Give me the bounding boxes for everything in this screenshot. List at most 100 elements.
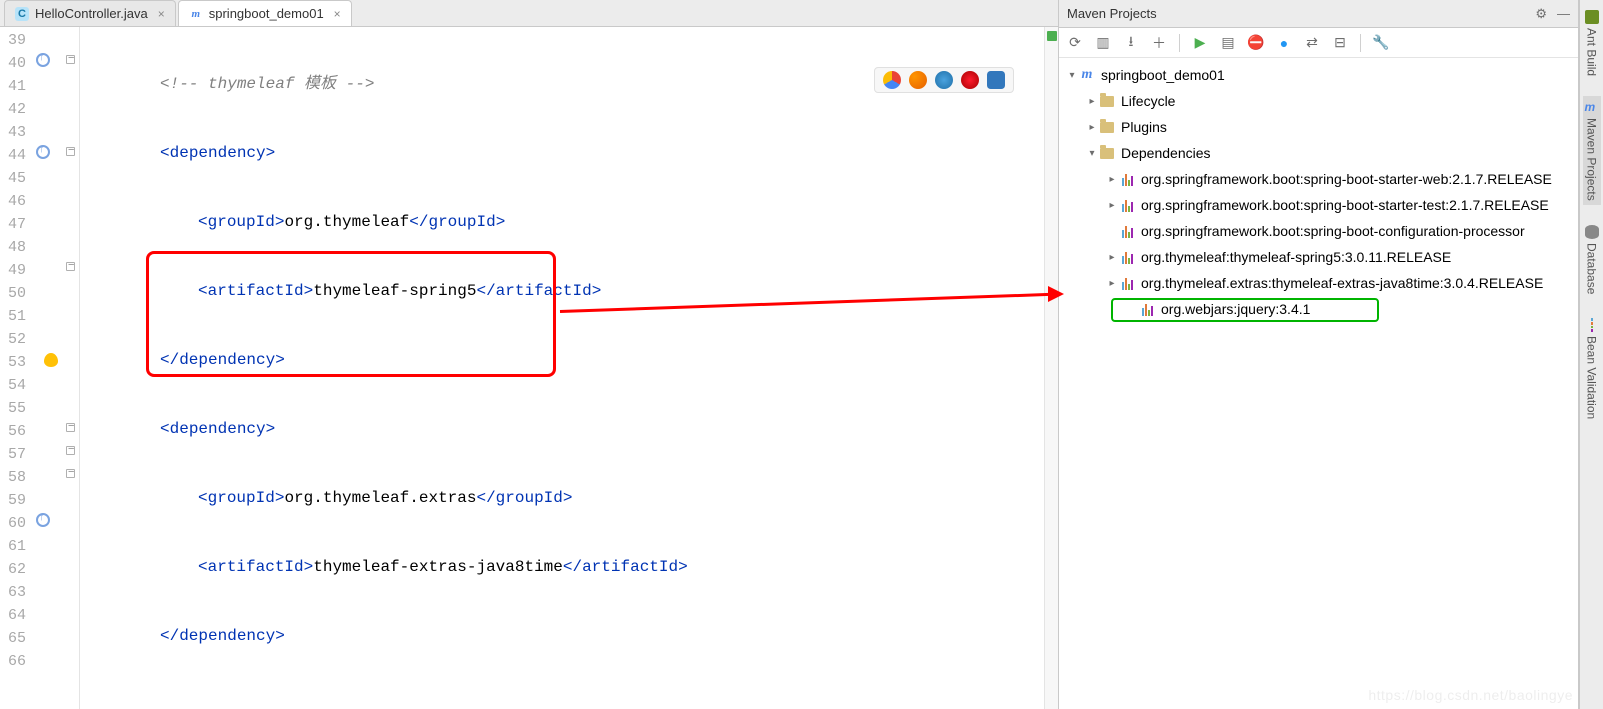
tab-label: springboot_demo01 — [209, 6, 324, 21]
tool-window-rail: Ant Build m Maven Projects Database Bean… — [1579, 0, 1603, 709]
node-label: org.thymeleaf:thymeleaf-spring5:3.0.11.R… — [1141, 249, 1451, 265]
fold-toggle-icon[interactable] — [66, 423, 75, 432]
dependency-node-jquery[interactable]: org.webjars:jquery:3.4.1 — [1059, 296, 1578, 322]
library-icon — [1122, 250, 1133, 264]
close-icon[interactable]: × — [334, 7, 341, 21]
refresh-icon[interactable]: ⟳ — [1067, 35, 1083, 51]
maven-plugins-node[interactable]: ▸ Plugins — [1059, 114, 1578, 140]
tab-label: HelloController.java — [35, 6, 148, 21]
code-text: thymeleaf-spring5 — [313, 282, 476, 300]
line-number-gutter: 3940414243444546474849505152535455565758… — [0, 27, 30, 709]
maven-toolbar: ⟳ ▥ ⭳ ＋ ▶ ▤ ⛔ ● ⇄ ⊟ 🔧 — [1059, 28, 1578, 58]
maven-project-icon: m — [1079, 67, 1095, 83]
node-label: springboot_demo01 — [1101, 67, 1225, 83]
fold-toggle-icon[interactable] — [66, 55, 75, 64]
override-up-icon[interactable] — [36, 53, 50, 67]
node-label: Dependencies — [1121, 145, 1211, 161]
node-label: org.webjars:jquery:3.4.1 — [1161, 301, 1310, 317]
chevron-right-icon[interactable]: ▸ — [1105, 252, 1119, 263]
node-label: org.thymeleaf.extras:thymeleaf-extras-ja… — [1141, 275, 1543, 291]
chevron-down-icon[interactable]: ▾ — [1085, 148, 1099, 159]
chevron-right-icon[interactable]: ▸ — [1105, 174, 1119, 185]
maven-settings-icon[interactable]: 🔧 — [1373, 35, 1389, 51]
node-label: Lifecycle — [1121, 93, 1175, 109]
folder-icon — [1100, 148, 1114, 159]
node-label: org.springframework.boot:spring-boot-sta… — [1141, 171, 1552, 187]
maven-lifecycle-node[interactable]: ▸ Lifecycle — [1059, 88, 1578, 114]
library-icon — [1122, 276, 1133, 290]
override-up-icon[interactable] — [36, 145, 50, 159]
code-text: <!-- thymeleaf 模板 --> — [84, 75, 374, 93]
maven-tree[interactable]: ▾ m springboot_demo01 ▸ Lifecycle ▸ Plug… — [1059, 58, 1578, 709]
fold-toggle-icon[interactable] — [66, 262, 75, 271]
node-label: Plugins — [1121, 119, 1167, 135]
edge-icon[interactable] — [987, 71, 1005, 89]
firefox-icon[interactable] — [909, 71, 927, 89]
run-icon[interactable]: ▶ — [1192, 35, 1208, 51]
rail-label: Bean Validation — [1585, 336, 1599, 419]
intention-bulb-icon[interactable] — [44, 353, 58, 367]
rail-maven-projects[interactable]: m Maven Projects — [1583, 96, 1601, 205]
editor-pane: C HelloController.java × m springboot_de… — [0, 0, 1059, 709]
rail-bean-validation[interactable]: Bean Validation — [1583, 314, 1601, 423]
chevron-right-icon[interactable]: ▸ — [1105, 200, 1119, 211]
chevron-right-icon[interactable]: ▸ — [1085, 122, 1099, 133]
download-icon[interactable]: ⭳ — [1123, 35, 1139, 51]
bean-validation-icon — [1585, 318, 1599, 332]
folder-icon — [1100, 122, 1114, 133]
chevron-right-icon[interactable]: ▸ — [1085, 96, 1099, 107]
rail-label: Database — [1585, 243, 1599, 294]
ant-icon — [1585, 10, 1599, 24]
maven-root-node[interactable]: ▾ m springboot_demo01 — [1059, 62, 1578, 88]
collapse-all-icon[interactable]: ⊟ — [1332, 35, 1348, 51]
execute-goal-icon[interactable]: ▤ — [1220, 35, 1236, 51]
library-icon — [1122, 224, 1133, 238]
library-icon — [1122, 198, 1133, 212]
fold-toggle-icon[interactable] — [66, 446, 75, 455]
dependency-node[interactable]: ▸ org.thymeleaf:thymeleaf-spring5:3.0.11… — [1059, 244, 1578, 270]
marker-gutter — [30, 27, 80, 709]
dependency-node[interactable]: ▸ org.springframework.boot:spring-boot-s… — [1059, 166, 1578, 192]
generate-sources-icon[interactable]: ▥ — [1095, 35, 1111, 51]
error-stripe[interactable] — [1044, 27, 1058, 709]
folder-icon — [1100, 96, 1114, 107]
close-icon[interactable]: × — [158, 7, 165, 21]
show-dependencies-icon[interactable]: ⇄ — [1304, 35, 1320, 51]
dependency-node[interactable]: ▸ org.springframework.boot:spring-boot-s… — [1059, 192, 1578, 218]
toggle-skip-tests-icon[interactable]: ● — [1276, 35, 1292, 51]
override-up-icon[interactable] — [36, 513, 50, 527]
node-label: org.springframework.boot:spring-boot-con… — [1141, 223, 1525, 239]
toggle-offline-icon[interactable]: ⛔ — [1248, 35, 1264, 51]
gear-icon[interactable]: ⚙ — [1535, 6, 1547, 22]
fold-toggle-icon[interactable] — [66, 469, 75, 478]
code-text: thymeleaf-extras-java8time — [313, 558, 563, 576]
code-area[interactable]: <!-- thymeleaf 模板 --> <dependency> <grou… — [80, 27, 1044, 709]
opera-icon[interactable] — [961, 71, 979, 89]
editor-tabbar: C HelloController.java × m springboot_de… — [0, 0, 1058, 27]
editor-tab-springboot-demo01[interactable]: m springboot_demo01 × — [178, 0, 352, 26]
library-icon — [1142, 302, 1153, 316]
rail-database[interactable]: Database — [1583, 221, 1601, 298]
maven-title: Maven Projects — [1067, 6, 1157, 21]
maven-dependencies-node[interactable]: ▾ Dependencies — [1059, 140, 1578, 166]
editor-body: 3940414243444546474849505152535455565758… — [0, 27, 1058, 709]
editor-tab-hellocontroller[interactable]: C HelloController.java × — [4, 0, 176, 26]
chevron-right-icon[interactable]: ▸ — [1105, 278, 1119, 289]
browser-preview-icons — [874, 67, 1014, 93]
chrome-icon[interactable] — [883, 71, 901, 89]
minimize-icon[interactable]: — — [1557, 6, 1570, 22]
code-text: org.thymeleaf.extras — [284, 489, 476, 507]
maven-file-icon: m — [189, 7, 203, 21]
dependency-node[interactable]: org.springframework.boot:spring-boot-con… — [1059, 218, 1578, 244]
dependency-node[interactable]: ▸ org.thymeleaf.extras:thymeleaf-extras-… — [1059, 270, 1578, 296]
node-label: org.springframework.boot:spring-boot-sta… — [1141, 197, 1549, 213]
code-text: org.thymeleaf — [284, 213, 409, 231]
safari-icon[interactable] — [935, 71, 953, 89]
fold-toggle-icon[interactable] — [66, 147, 75, 156]
add-icon[interactable]: ＋ — [1151, 35, 1167, 51]
rail-label: Ant Build — [1585, 28, 1599, 76]
rail-ant-build[interactable]: Ant Build — [1583, 6, 1601, 80]
analysis-ok-icon — [1047, 31, 1057, 41]
chevron-down-icon[interactable]: ▾ — [1065, 70, 1079, 81]
database-icon — [1585, 225, 1599, 239]
